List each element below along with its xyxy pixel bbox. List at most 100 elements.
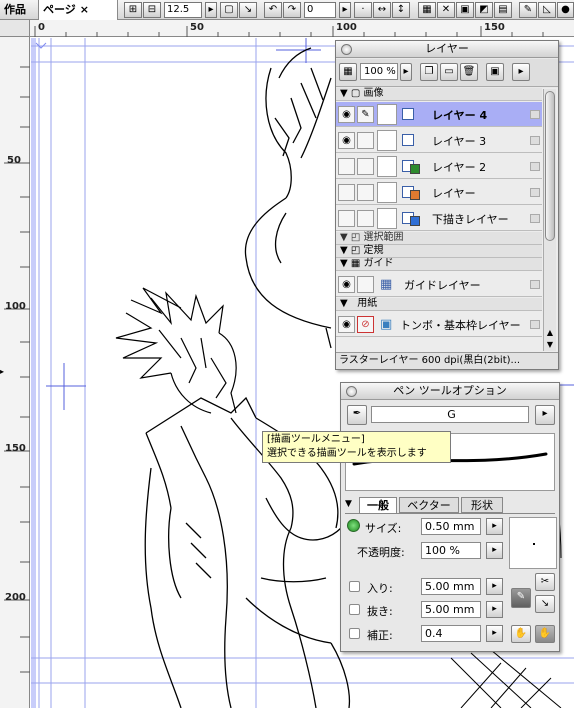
layer-option-icon[interactable]: [530, 280, 540, 289]
layer-option-icon[interactable]: [530, 162, 540, 171]
pressure-pen-icon[interactable]: ✎: [511, 588, 531, 608]
layer-menu-icon[interactable]: ▸: [512, 63, 530, 81]
tab-works[interactable]: 作品: [0, 0, 30, 20]
new-folder-icon[interactable]: ▭: [440, 63, 458, 81]
tab-page[interactable]: ページ ×: [38, 0, 118, 20]
group-image[interactable]: ▼ ▢ 画像: [336, 88, 542, 101]
ruler-tool-icon[interactable]: ◺: [538, 2, 556, 18]
rotate-menu-arrow-icon[interactable]: ▸: [339, 2, 351, 18]
flip-vertical-icon[interactable]: ↕: [392, 2, 410, 18]
pen-edit-icon[interactable]: [357, 132, 374, 149]
flip-horizontal-icon[interactable]: ↔: [373, 2, 391, 18]
out-checkbox[interactable]: [349, 604, 360, 615]
panel-collapse-arrow-icon[interactable]: ▸: [0, 366, 6, 378]
correction-field[interactable]: 0.4: [421, 625, 481, 642]
in-checkbox[interactable]: [349, 581, 360, 592]
eye-icon[interactable]: [338, 210, 355, 227]
group-ruler[interactable]: ▼ ◰ 定規: [336, 245, 542, 258]
tabs-collapse-icon[interactable]: ▼: [345, 499, 352, 509]
layer-option-icon[interactable]: [530, 110, 540, 119]
pen-preset-icon[interactable]: ✂: [535, 573, 555, 591]
layer-row-sketch[interactable]: 下描きレイヤー: [336, 206, 542, 231]
new-layer-icon[interactable]: ❐: [420, 63, 438, 81]
size-pressure-indicator[interactable]: [347, 519, 360, 532]
opacity-menu-arrow-icon[interactable]: ▸: [400, 63, 412, 81]
pen-edit-icon[interactable]: [357, 158, 374, 175]
hand-correction-icon[interactable]: ✋: [511, 625, 531, 643]
tab-shape[interactable]: 形状: [461, 497, 503, 513]
layer-color-icon[interactable]: ▦: [339, 63, 357, 81]
rotate-left-icon[interactable]: ↶: [264, 2, 282, 18]
layer-option-icon[interactable]: [530, 214, 540, 223]
zoom-field[interactable]: 12.5: [164, 2, 202, 18]
properties-toggle-icon[interactable]: ◩: [475, 2, 493, 18]
rotate-field[interactable]: 0: [304, 2, 336, 18]
tab-general[interactable]: 一般: [359, 497, 397, 513]
layer-panel-close-icon[interactable]: [341, 44, 352, 55]
in-field[interactable]: 5.00 mm: [421, 578, 481, 595]
layer-row-2[interactable]: レイヤー 2: [336, 154, 542, 179]
layer-row-3[interactable]: ◉ レイヤー 3: [336, 128, 542, 153]
size-field[interactable]: 0.50 mm: [421, 518, 481, 535]
tab-vector[interactable]: ベクター: [399, 497, 459, 513]
pen-panel-titlebar[interactable]: ペン ツールオプション: [341, 383, 559, 400]
eye-icon[interactable]: ◉: [338, 276, 355, 293]
group-guide[interactable]: ▼ ▦ ガイド: [336, 258, 542, 271]
tool-options-toggle-icon[interactable]: ▣: [456, 2, 474, 18]
layer-panel-titlebar[interactable]: レイヤー: [336, 41, 558, 58]
lock-layer-icon[interactable]: ▣: [486, 63, 504, 81]
pen-panel-close-icon[interactable]: [346, 386, 357, 397]
layer-option-icon[interactable]: [530, 188, 540, 197]
pen-edit-icon[interactable]: [357, 276, 374, 293]
layer-scroll-thumb[interactable]: [545, 91, 555, 241]
out-field[interactable]: 5.00 mm: [421, 601, 481, 618]
color-tool-icon[interactable]: ●: [557, 2, 574, 18]
eye-icon[interactable]: ◉: [338, 132, 355, 149]
eye-icon[interactable]: ◉: [338, 316, 355, 333]
layer-option-icon[interactable]: [530, 320, 540, 329]
correction-menu-icon[interactable]: ▸: [486, 625, 503, 642]
scroll-up-icon[interactable]: ▲: [544, 328, 556, 337]
tool-menu-icon[interactable]: ▸: [535, 405, 555, 425]
pen-tool-icon[interactable]: ✎: [519, 2, 537, 18]
center-icon[interactable]: ·: [354, 2, 372, 18]
zoom-menu-arrow-icon[interactable]: ▸: [205, 2, 217, 18]
pen-nib-icon[interactable]: ↘: [535, 595, 555, 613]
history-toggle-icon[interactable]: ▤: [494, 2, 512, 18]
size-menu-icon[interactable]: ▸: [486, 518, 503, 535]
eye-icon[interactable]: [338, 158, 355, 175]
view-mode-button[interactable]: ⊟: [143, 2, 161, 18]
group-paper[interactable]: ▼ 用紙: [336, 298, 542, 311]
navigator-toggle-icon[interactable]: ✕: [437, 2, 455, 18]
pen-tool-icon[interactable]: ✒: [347, 405, 367, 425]
eye-icon[interactable]: ◉: [338, 106, 355, 123]
layer-panel-toggle-icon[interactable]: ▦: [418, 2, 436, 18]
correction-checkbox[interactable]: [349, 628, 360, 639]
opacity-menu-icon[interactable]: ▸: [486, 542, 503, 559]
page-turn-icon[interactable]: ↘: [239, 2, 257, 18]
layer-row-trim[interactable]: ◉ ⊘ ▣ トンボ・基本枠レイヤー: [336, 312, 542, 337]
rotate-right-icon[interactable]: ↷: [283, 2, 301, 18]
scroll-down-icon[interactable]: ▼: [544, 340, 556, 349]
eye-icon[interactable]: [338, 184, 355, 201]
page-icon[interactable]: ▢: [220, 2, 238, 18]
layer-row-guide[interactable]: ◉ ▦ ガイドレイヤー: [336, 272, 542, 297]
layer-option-icon[interactable]: [530, 136, 540, 145]
in-menu-icon[interactable]: ▸: [486, 578, 503, 595]
fit-view-button[interactable]: ⊞: [124, 2, 142, 18]
pen-edit-icon[interactable]: ✎: [357, 106, 374, 123]
layer-row-1[interactable]: レイヤー: [336, 180, 542, 205]
out-menu-icon[interactable]: ▸: [486, 601, 503, 618]
layer-scrollbar[interactable]: ▲ ▼: [543, 89, 556, 351]
tool-name-field[interactable]: G: [371, 406, 529, 423]
opacity-field[interactable]: 100 %: [421, 542, 481, 559]
no-print-icon[interactable]: ⊘: [357, 316, 374, 333]
trash-icon[interactable]: 🗑: [460, 63, 478, 81]
group-selection[interactable]: ▼ ◰ 選択範囲: [336, 232, 542, 245]
auto-correction-icon[interactable]: ✋: [535, 625, 555, 643]
layer-row-4[interactable]: ◉ ✎ レイヤー 4: [336, 102, 542, 127]
layer-opacity-field[interactable]: 100 %: [360, 63, 398, 80]
pen-edit-icon[interactable]: [357, 184, 374, 201]
pen-edit-icon[interactable]: [357, 210, 374, 227]
close-tab-icon[interactable]: ×: [80, 3, 89, 16]
